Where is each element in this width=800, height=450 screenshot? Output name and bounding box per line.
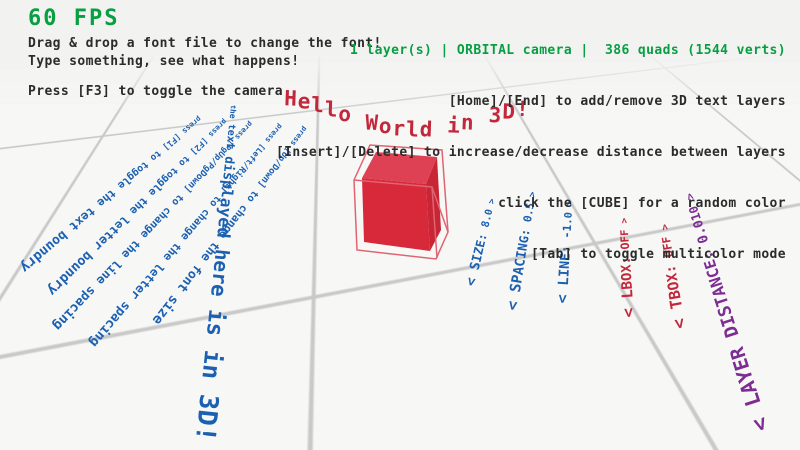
- fps-counter: 60 FPS: [28, 6, 119, 31]
- hint-layer-distance: [Insert]/[Delete] to increase/decrease d…: [276, 144, 786, 161]
- hint-multicolor-mode: [Tab] to toggle multicolor mode: [276, 246, 786, 263]
- hint-toggle-camera: Press [F3] to toggle the camera: [28, 84, 283, 99]
- hud-right-panel: 1 layer(s) | ORBITAL camera | 386 quads …: [276, 8, 786, 297]
- hint-cube-color: click the [CUBE] for a random color: [276, 195, 786, 212]
- font-demo-app: Hello World in 3D! the text displayed he…: [0, 0, 800, 450]
- scene-stats: 1 layer(s) | ORBITAL camera | 386 quads …: [276, 42, 786, 59]
- hint-type-something: Type something, see what happens!: [28, 54, 299, 69]
- hint-add-remove-layers: [Home]/[End] to add/remove 3D text layer…: [276, 93, 786, 110]
